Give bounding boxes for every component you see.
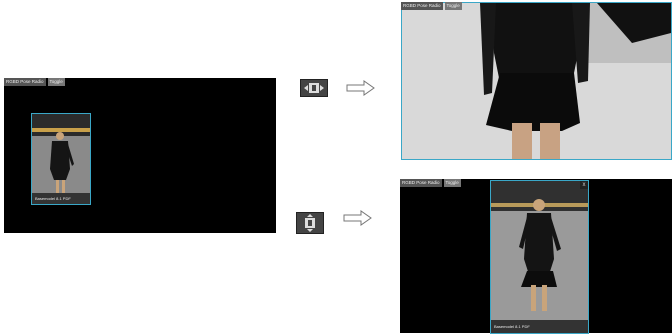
model-photo [491,181,588,333]
right-arrow-icon [346,80,375,96]
viewer-toolbar: RGBD Pose Radio Toggle [400,179,461,187]
right-arrow-icon [343,210,372,226]
viewer-toolbar: RGBD Pose Radio Toggle [4,78,65,86]
pose-radio-button[interactable]: RGBD Pose Radio [400,179,442,187]
toggle-button[interactable]: Toggle [444,2,462,10]
model-photo [32,114,90,204]
photo-expanded-tall[interactable]: Basemodel 8.1 PDF x [490,180,589,334]
fit-width-button[interactable] [300,79,328,97]
fit-height-button[interactable] [296,212,324,234]
close-icon[interactable]: x [580,181,588,189]
viewer-fit-width: RGBD Pose Radio Toggle [401,2,672,160]
viewer-fit-height: RGBD Pose Radio Toggle Basemodel 8.1 PDF… [400,179,672,334]
photo-caption: Basemodel 8.1 PDF [32,193,90,204]
toggle-button[interactable]: Toggle [443,179,461,187]
photo-thumbnail[interactable]: Basemodel 8.1 PDF [31,113,91,205]
pose-radio-button[interactable]: RGBD Pose Radio [401,2,443,10]
viewer-toolbar: RGBD Pose Radio Toggle [401,2,462,10]
photo-caption: Basemodel 8.1 PDF [491,320,588,333]
pose-radio-button[interactable]: RGBD Pose Radio [4,78,46,86]
photo-expanded-wide[interactable] [401,2,672,160]
fit-width-icon [304,83,324,93]
toggle-button[interactable]: Toggle [47,78,65,86]
model-photo [402,3,671,159]
viewer-original: RGBD Pose Radio Toggle Basemodel 8.1 PDF [4,78,276,233]
fit-height-icon [305,214,315,232]
